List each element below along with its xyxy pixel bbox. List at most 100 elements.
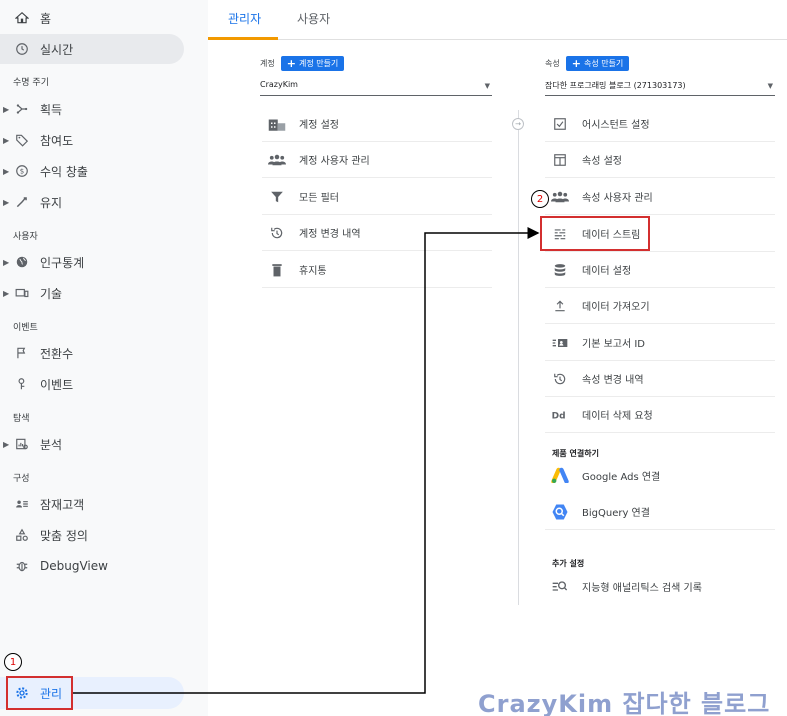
nav-label: 유지 — [40, 195, 63, 210]
nav-item-debugview[interactable]: DebugView — [0, 551, 184, 581]
window-icon — [551, 151, 569, 169]
menu-data-import[interactable]: 데이터 가져오기 — [545, 288, 775, 324]
menu-all-filters[interactable]: 모든 필터 — [262, 179, 492, 215]
nav-item-demographics[interactable]: ▶ 인구통계 — [0, 247, 184, 277]
people-icon — [551, 188, 569, 206]
section-title-event: 이벤트 — [13, 323, 38, 333]
dollar-icon: $ — [14, 163, 30, 179]
nav-item-conversions[interactable]: 전환수 — [0, 338, 184, 368]
devices-icon — [14, 285, 30, 301]
menu-label: 속성 설정 — [582, 156, 622, 167]
menu-label: 데이터 삭제 요청 — [582, 411, 653, 422]
section-title-config: 구성 — [13, 474, 30, 484]
custom-icon — [14, 527, 30, 543]
nav-label: 홈 — [40, 11, 52, 26]
globe-icon — [14, 254, 30, 270]
highlight-admin — [6, 676, 73, 710]
menu-analytics-search-history[interactable]: 지능형 애널리틱스 검색 기록 — [545, 568, 775, 604]
column-divider — [518, 110, 519, 605]
nav-item-tech[interactable]: ▶ 기술 — [0, 278, 184, 308]
menu-account-user-management[interactable]: 계정 사용자 관리 — [262, 142, 492, 178]
sidebar: 홈 실시간 수명 주기 ▶ 획득 ▶ 참여도 ▶ $ 수익 창출 ▶ 유지 사용… — [0, 0, 208, 716]
analysis-icon — [14, 436, 30, 452]
expand-arrow-icon[interactable]: ▶ — [3, 289, 9, 298]
property-select-value: 잡다한 프로그래밍 블로그 (271303173) — [545, 81, 686, 90]
expand-arrow-icon[interactable]: ▶ — [3, 105, 9, 114]
property-column-header: 속성 + 속성 만들기 — [545, 56, 630, 71]
step-badge-1: 1 — [4, 653, 22, 671]
expand-arrow-icon[interactable]: ▶ — [3, 258, 9, 267]
menu-trash[interactable]: 휴지통 — [262, 252, 492, 288]
menu-label: 계정 변경 내역 — [299, 229, 361, 240]
bigquery-icon — [551, 503, 569, 521]
upload-icon — [551, 297, 569, 315]
link-arrow-icon: → — [512, 118, 524, 130]
menu-label: 모든 필터 — [299, 193, 339, 204]
nav-item-events[interactable]: 이벤트 — [0, 369, 184, 399]
expand-arrow-icon[interactable]: ▶ — [3, 167, 9, 176]
menu-label: 속성 변경 내역 — [582, 375, 644, 386]
expand-arrow-icon[interactable]: ▶ — [3, 136, 9, 145]
bug-icon — [14, 558, 30, 574]
nav-item-custom-definitions[interactable]: 맞춤 정의 — [0, 520, 184, 550]
watermark: CrazyKim 잡다한 블로그 — [478, 690, 771, 716]
menu-property-user-management[interactable]: 속성 사용자 관리 — [545, 179, 775, 215]
menu-data-deletion-requests[interactable]: Dd 데이터 삭제 요청 — [545, 397, 775, 433]
nav-label: 획득 — [40, 102, 63, 117]
menu-account-settings[interactable]: 계정 설정 — [262, 106, 492, 142]
menu-assistant-settings[interactable]: 어시스턴트 설정 — [545, 106, 775, 142]
menu-property-change-history[interactable]: 속성 변경 내역 — [545, 361, 775, 397]
expand-arrow-icon[interactable]: ▶ — [3, 198, 9, 207]
nav-item-audiences[interactable]: 잠재고객 — [0, 489, 184, 519]
nav-item-retention[interactable]: ▶ 유지 — [0, 187, 184, 217]
account-select[interactable]: CrazyKim ▼ — [260, 80, 492, 96]
nav-label: 기술 — [40, 286, 63, 301]
clock-icon — [14, 41, 30, 57]
menu-bigquery-links[interactable]: BigQuery 연결 — [545, 494, 775, 530]
retention-icon — [14, 194, 30, 210]
nav-item-analysis[interactable]: ▶ 분석 — [0, 429, 184, 459]
menu-label: 어시스턴트 설정 — [582, 120, 650, 131]
audience-icon — [14, 496, 30, 512]
nav-label: 참여도 — [40, 133, 74, 148]
create-property-button[interactable]: + 속성 만들기 — [565, 56, 630, 71]
menu-property-settings[interactable]: 속성 설정 — [545, 142, 775, 178]
menu-label: 휴지통 — [299, 266, 327, 277]
menu-label: 지능형 애널리틱스 검색 기록 — [582, 582, 702, 594]
menu-data-settings[interactable]: 데이터 설정 — [545, 252, 775, 288]
nav-item-monetization[interactable]: ▶ $ 수익 창출 — [0, 156, 184, 186]
dd-icon: Dd — [551, 406, 569, 424]
google-ads-icon — [551, 466, 569, 484]
nav-label: 이벤트 — [40, 377, 74, 392]
nav-item-acquisition[interactable]: ▶ 획득 — [0, 94, 184, 124]
nav-label: 맞춤 정의 — [40, 528, 88, 543]
section-title-user: 사용자 — [13, 232, 38, 242]
admin-tabbar: 관리자 사용자 — [208, 0, 787, 40]
nav-item-realtime[interactable]: 실시간 — [0, 34, 184, 64]
chevron-down-icon: ▼ — [484, 82, 490, 90]
nav-label: 실시간 — [40, 42, 74, 57]
chevron-down-icon: ▼ — [767, 82, 773, 90]
account-column-header: 계정 + 계정 만들기 — [260, 56, 345, 71]
create-account-button[interactable]: + 계정 만들기 — [280, 56, 345, 71]
nav-label: 전환수 — [40, 346, 74, 361]
expand-arrow-icon[interactable]: ▶ — [3, 440, 9, 449]
menu-google-ads-links[interactable]: Google Ads 연결 — [545, 457, 775, 493]
nav-item-home[interactable]: 홈 — [0, 3, 184, 33]
property-select[interactable]: 잡다한 프로그래밍 블로그 (271303173) ▼ — [545, 80, 775, 96]
property-label: 속성 — [545, 59, 560, 68]
nav-item-engagement[interactable]: ▶ 참여도 — [0, 125, 184, 155]
tab-admin[interactable]: 관리자 — [228, 10, 261, 27]
history-icon — [551, 370, 569, 388]
acquisition-icon — [14, 101, 30, 117]
menu-account-change-history[interactable]: 계정 변경 내역 — [262, 215, 492, 251]
highlight-data-streams — [540, 216, 650, 251]
menu-label: 속성 사용자 관리 — [582, 193, 653, 204]
section-title-lifecycle: 수명 주기 — [13, 78, 49, 88]
svg-text:$: $ — [20, 168, 24, 176]
checkbox-icon — [551, 115, 569, 133]
search-history-icon — [551, 577, 569, 595]
flag-icon — [14, 345, 30, 361]
tab-user[interactable]: 사용자 — [297, 10, 330, 27]
menu-reporting-identity[interactable]: 기본 보고서 ID — [545, 325, 775, 361]
